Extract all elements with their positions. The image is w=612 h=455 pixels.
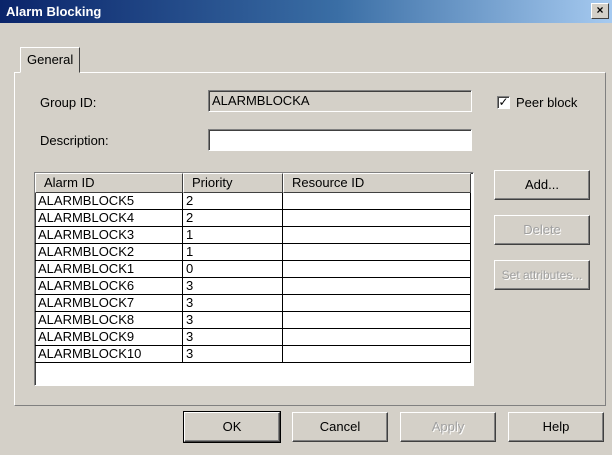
description-label: Description:: [40, 133, 109, 148]
cancel-button[interactable]: Cancel: [292, 412, 388, 442]
resource-id-cell: [283, 346, 471, 363]
ok-button[interactable]: OK: [183, 411, 281, 443]
resource-id-cell: [283, 193, 471, 210]
priority-cell: 3: [183, 278, 283, 295]
table-row[interactable]: ALARMBLOCK1 0: [35, 261, 473, 278]
checkmark-icon: ✓: [498, 95, 509, 109]
resource-id-cell: [283, 244, 471, 261]
priority-cell: 1: [183, 244, 283, 261]
apply-button[interactable]: Apply: [400, 412, 496, 442]
resource-id-cell: [283, 295, 471, 312]
priority-cell: 1: [183, 227, 283, 244]
column-header-alarm-id[interactable]: Alarm ID: [35, 173, 183, 193]
priority-cell: 3: [183, 312, 283, 329]
alarm-table[interactable]: Alarm ID Priority Resource ID ALARMBLOCK…: [34, 172, 474, 386]
table-row[interactable]: ALARMBLOCK3 1: [35, 227, 473, 244]
alarm-id-cell: ALARMBLOCK1: [35, 261, 183, 278]
resource-id-cell: [283, 278, 471, 295]
alarm-id-cell: ALARMBLOCK6: [35, 278, 183, 295]
table-header: Alarm ID Priority Resource ID: [35, 173, 473, 193]
priority-cell: 3: [183, 329, 283, 346]
group-id-field: ALARMBLOCKA: [208, 90, 472, 112]
priority-cell: 0: [183, 261, 283, 278]
alarm-id-cell: ALARMBLOCK5: [35, 193, 183, 210]
title-bar: Alarm Blocking ×: [0, 0, 612, 23]
resource-id-cell: [283, 210, 471, 227]
table-row[interactable]: ALARMBLOCK10 3: [35, 346, 473, 363]
close-icon: ×: [596, 3, 604, 17]
priority-cell: 3: [183, 346, 283, 363]
window-title: Alarm Blocking: [6, 4, 102, 19]
table-row[interactable]: ALARMBLOCK2 1: [35, 244, 473, 261]
peer-block-checkbox[interactable]: ✓: [497, 96, 510, 109]
column-header-resource-id[interactable]: Resource ID: [283, 173, 471, 193]
group-id-label: Group ID:: [40, 95, 97, 110]
resource-id-cell: [283, 312, 471, 329]
alarm-id-cell: ALARMBLOCK2: [35, 244, 183, 261]
alarm-id-cell: ALARMBLOCK7: [35, 295, 183, 312]
alarm-id-cell: ALARMBLOCK10: [35, 346, 183, 363]
close-button[interactable]: ×: [591, 3, 609, 19]
delete-button[interactable]: Delete: [494, 215, 590, 245]
add-button[interactable]: Add...: [494, 170, 590, 200]
alarm-blocking-dialog: Alarm Blocking × General Group ID: ALARM…: [0, 0, 612, 455]
priority-cell: 2: [183, 210, 283, 227]
column-header-priority[interactable]: Priority: [183, 173, 283, 193]
peer-block-label: Peer block: [516, 95, 578, 110]
table-row[interactable]: ALARMBLOCK8 3: [35, 312, 473, 329]
table-row[interactable]: ALARMBLOCK5 2: [35, 193, 473, 210]
table-row[interactable]: ALARMBLOCK9 3: [35, 329, 473, 346]
resource-id-cell: [283, 261, 471, 278]
group-id-value: ALARMBLOCKA: [212, 93, 310, 108]
help-button[interactable]: Help: [508, 412, 604, 442]
resource-id-cell: [283, 329, 471, 346]
alarm-id-cell: ALARMBLOCK4: [35, 210, 183, 227]
resource-id-cell: [283, 227, 471, 244]
alarm-id-cell: ALARMBLOCK9: [35, 329, 183, 346]
table-row[interactable]: ALARMBLOCK4 2: [35, 210, 473, 227]
alarm-id-cell: ALARMBLOCK8: [35, 312, 183, 329]
tab-general[interactable]: General: [20, 47, 81, 73]
set-attributes-button[interactable]: Set attributes...: [494, 260, 590, 290]
table-row[interactable]: ALARMBLOCK6 3: [35, 278, 473, 295]
tab-general-label: General: [27, 52, 74, 67]
description-input[interactable]: [208, 129, 472, 151]
alarm-id-cell: ALARMBLOCK3: [35, 227, 183, 244]
priority-cell: 2: [183, 193, 283, 210]
priority-cell: 3: [183, 295, 283, 312]
table-row[interactable]: ALARMBLOCK7 3: [35, 295, 473, 312]
